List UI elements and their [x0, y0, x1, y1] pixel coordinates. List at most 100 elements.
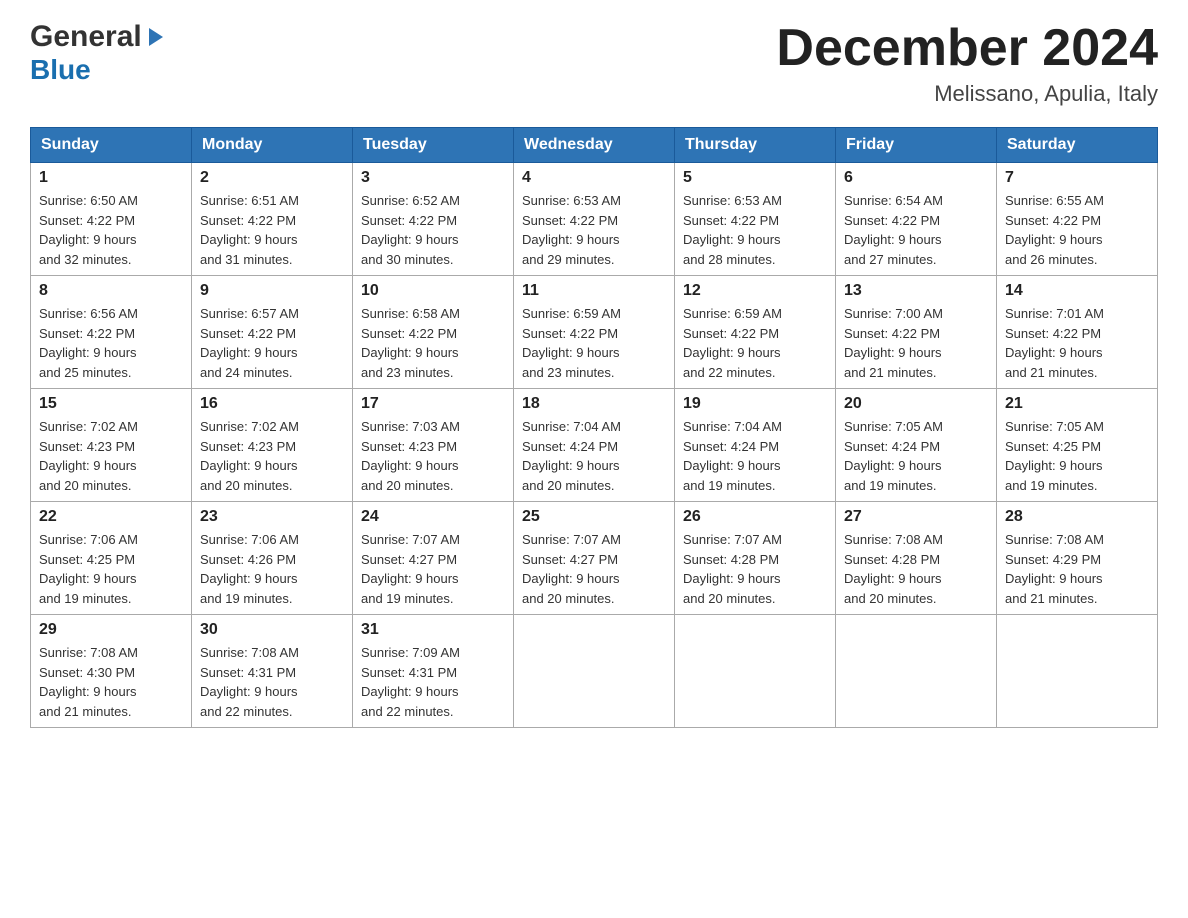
logo-general-text: General [30, 20, 142, 54]
day-number: 23 [200, 508, 344, 526]
day-info: Sunrise: 7:08 AM Sunset: 4:30 PM Dayligh… [39, 643, 183, 721]
calendar-cell: 14 Sunrise: 7:01 AM Sunset: 4:22 PM Dayl… [997, 276, 1158, 389]
calendar-cell: 17 Sunrise: 7:03 AM Sunset: 4:23 PM Dayl… [353, 389, 514, 502]
calendar-cell: 12 Sunrise: 6:59 AM Sunset: 4:22 PM Dayl… [675, 276, 836, 389]
weekday-header-saturday: Saturday [997, 128, 1158, 163]
calendar-cell: 26 Sunrise: 7:07 AM Sunset: 4:28 PM Dayl… [675, 502, 836, 615]
day-info: Sunrise: 7:08 AM Sunset: 4:31 PM Dayligh… [200, 643, 344, 721]
weekday-header-sunday: Sunday [31, 128, 192, 163]
title-block: December 2024 Melissano, Apulia, Italy [776, 20, 1158, 107]
day-info: Sunrise: 7:02 AM Sunset: 4:23 PM Dayligh… [200, 417, 344, 495]
weekday-header-tuesday: Tuesday [353, 128, 514, 163]
day-number: 27 [844, 508, 988, 526]
calendar-cell: 8 Sunrise: 6:56 AM Sunset: 4:22 PM Dayli… [31, 276, 192, 389]
calendar-cell: 28 Sunrise: 7:08 AM Sunset: 4:29 PM Dayl… [997, 502, 1158, 615]
day-number: 6 [844, 169, 988, 187]
calendar-cell: 15 Sunrise: 7:02 AM Sunset: 4:23 PM Dayl… [31, 389, 192, 502]
day-number: 4 [522, 169, 666, 187]
day-number: 16 [200, 395, 344, 413]
day-number: 21 [1005, 395, 1149, 413]
calendar-cell: 21 Sunrise: 7:05 AM Sunset: 4:25 PM Dayl… [997, 389, 1158, 502]
calendar-cell: 30 Sunrise: 7:08 AM Sunset: 4:31 PM Dayl… [192, 615, 353, 728]
day-info: Sunrise: 7:07 AM Sunset: 4:27 PM Dayligh… [361, 530, 505, 608]
day-info: Sunrise: 7:09 AM Sunset: 4:31 PM Dayligh… [361, 643, 505, 721]
day-number: 20 [844, 395, 988, 413]
day-info: Sunrise: 7:06 AM Sunset: 4:25 PM Dayligh… [39, 530, 183, 608]
day-info: Sunrise: 6:53 AM Sunset: 4:22 PM Dayligh… [683, 191, 827, 269]
day-info: Sunrise: 6:51 AM Sunset: 4:22 PM Dayligh… [200, 191, 344, 269]
day-info: Sunrise: 6:56 AM Sunset: 4:22 PM Dayligh… [39, 304, 183, 382]
day-info: Sunrise: 7:02 AM Sunset: 4:23 PM Dayligh… [39, 417, 183, 495]
calendar-cell [675, 615, 836, 728]
calendar-cell: 23 Sunrise: 7:06 AM Sunset: 4:26 PM Dayl… [192, 502, 353, 615]
day-number: 7 [1005, 169, 1149, 187]
day-info: Sunrise: 7:06 AM Sunset: 4:26 PM Dayligh… [200, 530, 344, 608]
calendar-cell: 9 Sunrise: 6:57 AM Sunset: 4:22 PM Dayli… [192, 276, 353, 389]
day-number: 14 [1005, 282, 1149, 300]
day-number: 30 [200, 621, 344, 639]
calendar-cell: 6 Sunrise: 6:54 AM Sunset: 4:22 PM Dayli… [836, 163, 997, 276]
weekday-header-wednesday: Wednesday [514, 128, 675, 163]
day-info: Sunrise: 6:53 AM Sunset: 4:22 PM Dayligh… [522, 191, 666, 269]
day-number: 17 [361, 395, 505, 413]
day-info: Sunrise: 7:04 AM Sunset: 4:24 PM Dayligh… [522, 417, 666, 495]
day-info: Sunrise: 7:05 AM Sunset: 4:25 PM Dayligh… [1005, 417, 1149, 495]
day-number: 31 [361, 621, 505, 639]
calendar-cell: 18 Sunrise: 7:04 AM Sunset: 4:24 PM Dayl… [514, 389, 675, 502]
day-number: 8 [39, 282, 183, 300]
day-info: Sunrise: 7:07 AM Sunset: 4:28 PM Dayligh… [683, 530, 827, 608]
calendar-week-row: 22 Sunrise: 7:06 AM Sunset: 4:25 PM Dayl… [31, 502, 1158, 615]
day-number: 2 [200, 169, 344, 187]
day-info: Sunrise: 6:58 AM Sunset: 4:22 PM Dayligh… [361, 304, 505, 382]
calendar-cell: 31 Sunrise: 7:09 AM Sunset: 4:31 PM Dayl… [353, 615, 514, 728]
day-info: Sunrise: 6:55 AM Sunset: 4:22 PM Dayligh… [1005, 191, 1149, 269]
day-info: Sunrise: 7:05 AM Sunset: 4:24 PM Dayligh… [844, 417, 988, 495]
calendar-cell [514, 615, 675, 728]
month-title: December 2024 [776, 20, 1158, 77]
page-header: General Blue December 2024 Melissano, Ap… [30, 20, 1158, 107]
day-number: 10 [361, 282, 505, 300]
day-info: Sunrise: 7:03 AM Sunset: 4:23 PM Dayligh… [361, 417, 505, 495]
day-number: 29 [39, 621, 183, 639]
day-info: Sunrise: 6:59 AM Sunset: 4:22 PM Dayligh… [522, 304, 666, 382]
day-info: Sunrise: 7:00 AM Sunset: 4:22 PM Dayligh… [844, 304, 988, 382]
calendar-cell: 5 Sunrise: 6:53 AM Sunset: 4:22 PM Dayli… [675, 163, 836, 276]
day-info: Sunrise: 7:01 AM Sunset: 4:22 PM Dayligh… [1005, 304, 1149, 382]
calendar-cell: 22 Sunrise: 7:06 AM Sunset: 4:25 PM Dayl… [31, 502, 192, 615]
calendar-cell: 16 Sunrise: 7:02 AM Sunset: 4:23 PM Dayl… [192, 389, 353, 502]
calendar-cell: 27 Sunrise: 7:08 AM Sunset: 4:28 PM Dayl… [836, 502, 997, 615]
day-number: 24 [361, 508, 505, 526]
calendar-week-row: 15 Sunrise: 7:02 AM Sunset: 4:23 PM Dayl… [31, 389, 1158, 502]
calendar-cell: 7 Sunrise: 6:55 AM Sunset: 4:22 PM Dayli… [997, 163, 1158, 276]
day-info: Sunrise: 7:04 AM Sunset: 4:24 PM Dayligh… [683, 417, 827, 495]
day-number: 11 [522, 282, 666, 300]
day-number: 22 [39, 508, 183, 526]
day-info: Sunrise: 7:08 AM Sunset: 4:29 PM Dayligh… [1005, 530, 1149, 608]
calendar-table: SundayMondayTuesdayWednesdayThursdayFrid… [30, 127, 1158, 728]
day-info: Sunrise: 7:07 AM Sunset: 4:27 PM Dayligh… [522, 530, 666, 608]
day-info: Sunrise: 6:57 AM Sunset: 4:22 PM Dayligh… [200, 304, 344, 382]
weekday-header-thursday: Thursday [675, 128, 836, 163]
day-number: 9 [200, 282, 344, 300]
calendar-cell: 20 Sunrise: 7:05 AM Sunset: 4:24 PM Dayl… [836, 389, 997, 502]
calendar-week-row: 8 Sunrise: 6:56 AM Sunset: 4:22 PM Dayli… [31, 276, 1158, 389]
day-number: 28 [1005, 508, 1149, 526]
calendar-cell: 19 Sunrise: 7:04 AM Sunset: 4:24 PM Dayl… [675, 389, 836, 502]
day-number: 26 [683, 508, 827, 526]
calendar-cell: 11 Sunrise: 6:59 AM Sunset: 4:22 PM Dayl… [514, 276, 675, 389]
day-info: Sunrise: 6:50 AM Sunset: 4:22 PM Dayligh… [39, 191, 183, 269]
calendar-header-row: SundayMondayTuesdayWednesdayThursdayFrid… [31, 128, 1158, 163]
day-number: 5 [683, 169, 827, 187]
day-number: 1 [39, 169, 183, 187]
day-number: 19 [683, 395, 827, 413]
day-number: 13 [844, 282, 988, 300]
day-info: Sunrise: 6:59 AM Sunset: 4:22 PM Dayligh… [683, 304, 827, 382]
calendar-cell: 1 Sunrise: 6:50 AM Sunset: 4:22 PM Dayli… [31, 163, 192, 276]
logo-blue-text: Blue [30, 54, 91, 85]
calendar-cell: 3 Sunrise: 6:52 AM Sunset: 4:22 PM Dayli… [353, 163, 514, 276]
day-info: Sunrise: 7:08 AM Sunset: 4:28 PM Dayligh… [844, 530, 988, 608]
calendar-cell: 25 Sunrise: 7:07 AM Sunset: 4:27 PM Dayl… [514, 502, 675, 615]
logo: General Blue [30, 20, 167, 86]
location-text: Melissano, Apulia, Italy [776, 81, 1158, 107]
calendar-cell [997, 615, 1158, 728]
